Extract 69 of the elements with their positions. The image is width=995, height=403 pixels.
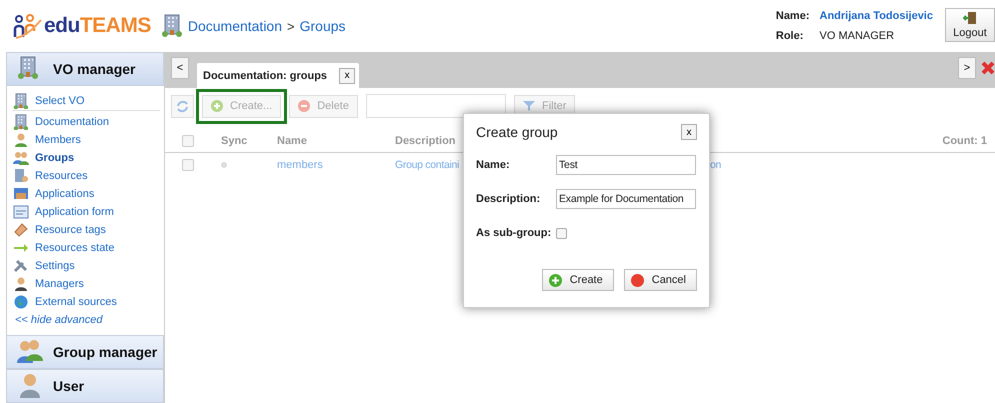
stop-icon	[630, 274, 644, 286]
dialog-title: Create group	[476, 124, 558, 140]
sidebar-item[interactable]: Documentation	[13, 113, 160, 131]
row-count: Count: 1	[942, 135, 987, 147]
name-label: Name:	[776, 10, 810, 22]
role-label: Role:	[776, 30, 804, 42]
section-header[interactable]: VO manager	[6, 52, 164, 86]
refresh-button[interactable]	[171, 94, 194, 118]
breadcrumb-link[interactable]: Documentation	[188, 18, 282, 34]
sidebar-item[interactable]: Select VO	[13, 92, 160, 111]
sidebar-item[interactable]: Managers	[13, 275, 160, 293]
sidebar-item[interactable]: Groups	[13, 149, 160, 167]
logout-button[interactable]: Logout	[945, 8, 995, 42]
scroll-left-button[interactable]: <	[171, 57, 189, 79]
breadcrumb-link[interactable]: Groups	[300, 18, 346, 34]
form-icon	[13, 204, 29, 220]
field-label: Name:	[476, 159, 511, 171]
building-icon	[13, 93, 29, 109]
logo-text: eduTEAMS	[44, 14, 151, 38]
close-button[interactable]: x	[681, 124, 697, 140]
checkbox[interactable]	[556, 228, 567, 238]
sidebar-item[interactable]: Applications	[13, 185, 160, 203]
tag-icon	[13, 222, 29, 238]
breadcrumb-separator: >	[287, 18, 295, 34]
user-name-link[interactable]: Andrijana Todosijevic	[820, 10, 933, 22]
field-label: Description:	[476, 193, 542, 205]
people-icon	[13, 150, 29, 166]
plus-icon	[211, 100, 223, 112]
cancel-button[interactable]: Cancel	[624, 269, 697, 291]
section-title: User	[53, 378, 84, 394]
person-icon	[17, 373, 43, 399]
minus-icon	[298, 100, 310, 112]
select-all-checkbox[interactable]	[182, 135, 194, 147]
column-header[interactable]: Sync	[221, 135, 248, 147]
sidebar-item[interactable]: Resources	[13, 167, 160, 185]
section-header[interactable]: Group manager	[6, 335, 164, 369]
scroll-right-button[interactable]: >	[958, 57, 976, 79]
create-button[interactable]: Create	[542, 269, 614, 291]
section-title: Group manager	[53, 344, 158, 360]
building-icon	[160, 14, 183, 38]
input-field[interactable]: Example for Documentation	[556, 189, 696, 209]
sidebar-item[interactable]: Resources state	[13, 239, 160, 257]
sidebar-item[interactable]: External sources	[13, 293, 160, 311]
close-tab-button[interactable]: x	[339, 68, 356, 84]
sidebar-item[interactable]: Settings	[13, 257, 160, 275]
person-icon	[13, 276, 29, 292]
input-field[interactable]: Test	[556, 155, 696, 175]
hide-advanced-link[interactable]: << hide advanced	[13, 311, 160, 329]
plus-icon	[548, 274, 562, 286]
row-checkbox[interactable]	[182, 159, 194, 171]
role-value: VO MANAGER	[820, 30, 896, 42]
sidebar-item[interactable]: Resource tags	[13, 221, 160, 239]
tab[interactable]: Documentation: groups x	[197, 63, 360, 88]
section-title: VO manager	[53, 61, 136, 77]
sidebar-item[interactable]: Application form	[13, 203, 160, 221]
people-icon	[12, 13, 42, 39]
field-label: As sub-group:	[476, 227, 552, 239]
column-header[interactable]: Description	[395, 135, 456, 147]
sidebar-item[interactable]: Members	[13, 131, 160, 149]
building-icon	[13, 114, 29, 130]
column-header[interactable]: Name	[277, 135, 307, 147]
person-icon	[13, 132, 29, 148]
refresh-icon	[176, 100, 189, 112]
door-icon	[963, 11, 977, 25]
dot-icon	[221, 162, 227, 168]
section-header[interactable]: User	[6, 369, 164, 403]
search-field[interactable]	[366, 94, 506, 118]
people-icon	[17, 339, 43, 365]
globe-icon	[13, 294, 29, 310]
